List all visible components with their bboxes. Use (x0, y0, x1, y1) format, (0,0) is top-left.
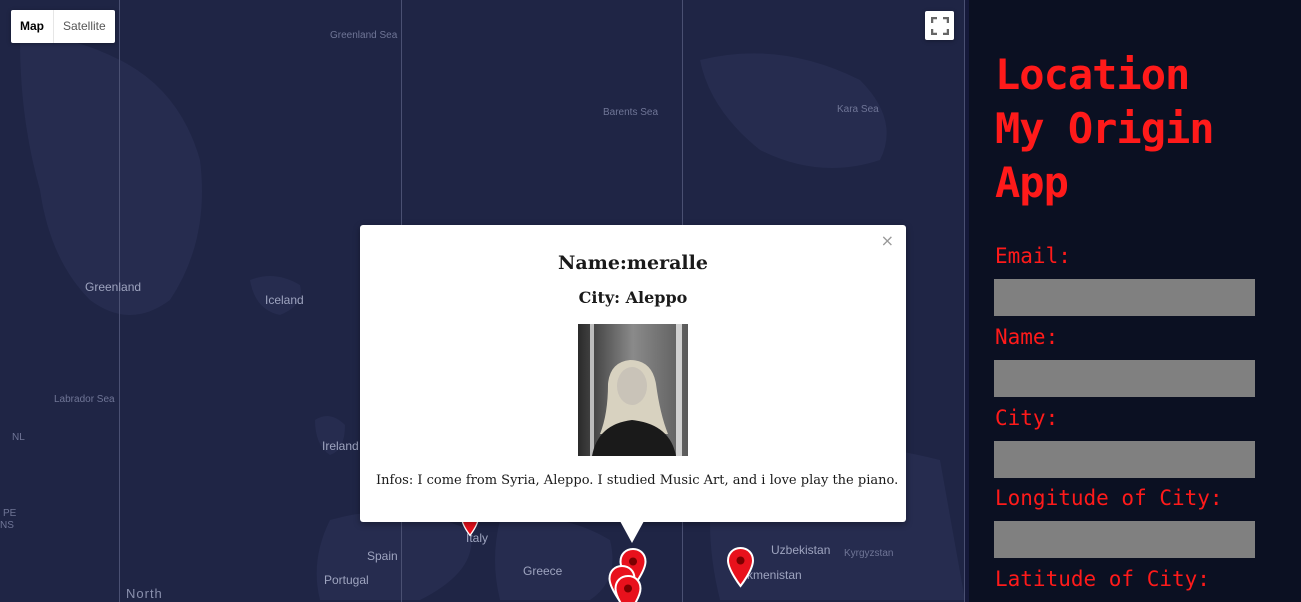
app-title-line: My Origin (995, 104, 1215, 153)
sidebar-divider (965, 0, 969, 602)
map-label-ireland: Ireland (322, 439, 359, 453)
map-label-kyrgyzstan: Kyrgyzstan (844, 548, 894, 559)
map-label-greece: Greece (523, 564, 563, 578)
map-canvas[interactable]: Greenland Sea Barents Sea Kara Sea Green… (0, 0, 965, 602)
map-type-satellite-button[interactable]: Satellite (54, 10, 115, 43)
info-window-tail (620, 521, 644, 543)
city-field[interactable] (994, 441, 1255, 478)
map-type-control: Map Satellite (11, 10, 115, 43)
map-marker[interactable] (727, 543, 754, 591)
sidebar: Location My Origin App Email: Name: City… (965, 0, 1301, 602)
info-city: City: Aleppo (578, 288, 688, 307)
map-label-pe: PE (3, 508, 17, 519)
map-label-greenland: Greenland (85, 280, 142, 294)
map-label-north: North (126, 586, 163, 601)
map-label-labrador-sea: Labrador Sea (54, 394, 115, 405)
map-type-map-button[interactable]: Map (11, 10, 54, 43)
map-label-iceland: Iceland (265, 293, 304, 307)
app-title: Location My Origin App (995, 48, 1215, 210)
email-label: Email: (995, 244, 1071, 268)
info-window: × Name:meralle City: Aleppo Infos: I com… (360, 225, 906, 543)
app-title-line: Location (995, 50, 1190, 99)
city-label: City: (995, 406, 1059, 430)
close-icon[interactable]: × (881, 231, 894, 250)
map-label-greenland-sea: Greenland Sea (330, 30, 398, 41)
map-label-uzbekistan: Uzbekistan (771, 543, 831, 557)
map-label-spain: Spain (367, 549, 398, 563)
fullscreen-button[interactable] (925, 11, 954, 40)
portrait-photo (578, 324, 688, 456)
info-description: Infos: I come from Syria, Aleppo. I stud… (376, 473, 899, 488)
map-label-portugal: Portugal (324, 573, 369, 587)
name-field[interactable] (994, 360, 1255, 397)
email-field[interactable] (994, 279, 1255, 316)
app-title-line: App (995, 158, 1069, 207)
map-gridline (119, 0, 120, 602)
longitude-field[interactable] (994, 521, 1255, 558)
info-name: Name:meralle (558, 252, 708, 274)
map-label-kara-sea: Kara Sea (837, 104, 879, 115)
map-marker[interactable] (612, 575, 644, 602)
name-label: Name: (995, 325, 1059, 349)
map-label-barents-sea: Barents Sea (603, 107, 659, 118)
map-label-nl: NL (12, 432, 25, 443)
map-label-ns: NS (0, 520, 14, 531)
latitude-label: Latitude of City: (995, 567, 1210, 591)
fullscreen-icon (930, 16, 949, 35)
longitude-label: Longitude of City: (995, 486, 1223, 510)
map-label-turkmenistan: kmenistan (747, 568, 802, 582)
